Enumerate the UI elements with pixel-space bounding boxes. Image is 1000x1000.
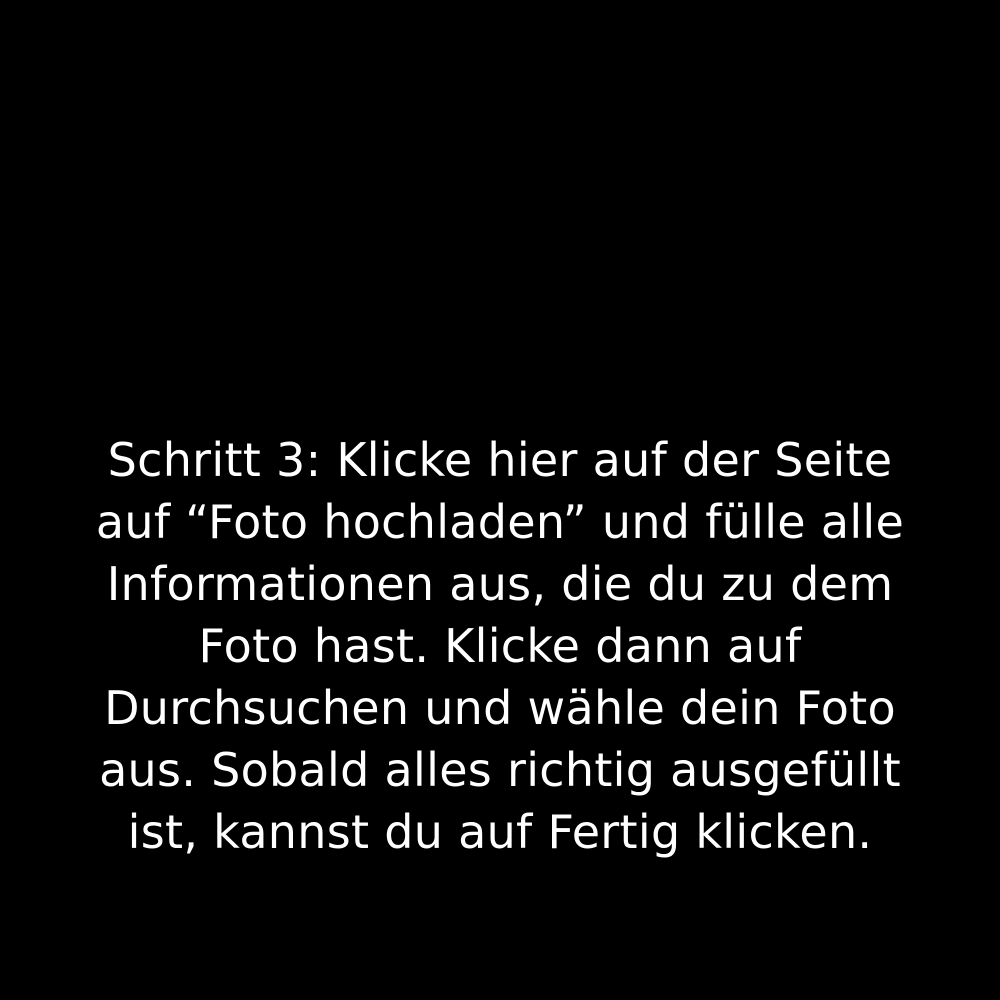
instruction-line-2: auf “Foto hochladen” und fülle alle	[95, 495, 905, 549]
instruction-text: Schritt 3: Klicke hier auf der Seite auf…	[0, 429, 1000, 863]
instruction-line-6: aus. Sobald alles richtig ausgefüllt	[99, 743, 901, 797]
instruction-slide: Schritt 3: Klicke hier auf der Seite auf…	[0, 0, 1000, 1000]
instruction-line-5: Durchsuchen und wähle dein Foto	[104, 681, 896, 735]
instruction-line-4: Foto hast. Klicke dann auf	[198, 619, 802, 673]
instruction-line-3: Informationen aus, die du zu dem	[106, 557, 894, 611]
instruction-line-1: Schritt 3: Klicke hier auf der Seite	[107, 433, 893, 487]
instruction-line-7: ist, kannst du auf Fertig klicken.	[127, 805, 873, 859]
